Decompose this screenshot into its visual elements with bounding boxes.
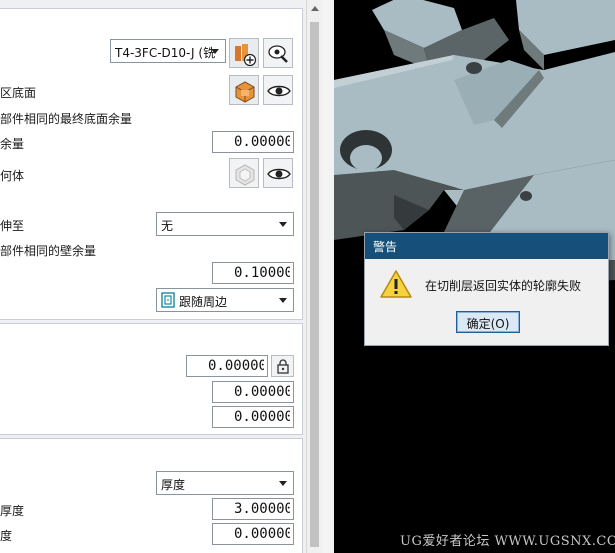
thickness-group: 厚度 厚度 3.00000 度 0.00000 (0, 438, 303, 553)
geometry-group: T4-3FC-D10-J (铣 区底面 部件相同的最终底面余量 余量 0.000… (0, 8, 303, 320)
value-input-2[interactable]: 0.00000 (212, 381, 294, 403)
new-tool-icon (235, 44, 257, 67)
chevron-down-icon (279, 481, 287, 486)
show-geometry-button[interactable] (263, 158, 293, 188)
lock-icon (277, 359, 289, 374)
degree-label: 度 (0, 529, 13, 543)
thickness-select[interactable]: 厚度 (156, 471, 294, 495)
follow-periphery-icon (161, 292, 175, 308)
thickness-select-value: 厚度 (161, 478, 186, 492)
select-geometry-button[interactable] (229, 158, 259, 188)
value-input-3[interactable]: 0.00000 (212, 406, 294, 428)
values-group: 0.00000 0.00000 0.00000 (0, 323, 303, 435)
value-input-1[interactable]: 0.00000 (186, 355, 268, 377)
stock-label: 余量 (0, 137, 25, 151)
scroll-thumb[interactable] (310, 22, 319, 547)
extend-to-label: 伸至 (0, 219, 25, 233)
warning-icon (380, 270, 412, 298)
select-floor-button[interactable] (229, 75, 259, 105)
new-tool-button[interactable] (229, 38, 259, 68)
geometry-label: 何体 (0, 169, 25, 183)
geometry-select-icon (235, 164, 255, 186)
extend-to-select[interactable]: 无 (156, 212, 294, 236)
eye-icon (267, 168, 291, 180)
cut-area-floor-label: 区底面 (0, 86, 37, 100)
floor-select-icon (235, 81, 255, 103)
degree-input[interactable]: 0.00000 (212, 523, 294, 545)
panel-scrollbar[interactable] (306, 0, 322, 553)
dialog-message: 在切削层返回实体的轮廓失败 (425, 279, 582, 293)
operation-dialog-panel: T4-3FC-D10-J (铣 区底面 部件相同的最终底面余量 余量 0.000… (0, 0, 306, 553)
lock-button[interactable] (271, 355, 294, 377)
same-wall-stock-label: 部件相同的壁余量 (0, 244, 97, 258)
same-floor-stock-label: 部件相同的最终底面余量 (0, 112, 133, 126)
thickness-label: 厚度 (0, 504, 25, 518)
ok-button[interactable]: 确定(O) (456, 311, 520, 333)
show-floor-button[interactable] (263, 75, 293, 105)
extend-to-value: 无 (161, 219, 174, 233)
thickness-input[interactable]: 3.00000 (212, 498, 294, 520)
edit-tool-button[interactable] (263, 38, 293, 68)
wall-stock-input[interactable]: 0.10000 (212, 262, 294, 284)
chevron-down-icon (211, 49, 219, 54)
eye-icon (267, 85, 291, 97)
splitter (322, 0, 334, 553)
watermark-text: UG爱好者论坛 WWW.UGSNX.COM (400, 534, 615, 549)
follow-pattern-value: 跟随周边 (179, 295, 228, 309)
tool-select[interactable]: T4-3FC-D10-J (铣 (110, 39, 226, 63)
warning-dialog: 警告 在切削层返回实体的轮廓失败 确定(O) (364, 232, 609, 346)
scroll-up-arrow-icon[interactable] (311, 6, 319, 11)
chevron-down-icon (279, 298, 287, 303)
tool-select-value: T4-3FC-D10-J (铣 (115, 46, 216, 60)
chevron-down-icon (279, 222, 287, 227)
stock-input[interactable]: 0.00000 (212, 131, 294, 153)
dialog-title: 警告 (365, 233, 608, 259)
follow-pattern-select[interactable]: 跟随周边 (156, 288, 294, 312)
wrench-icon (268, 45, 288, 63)
